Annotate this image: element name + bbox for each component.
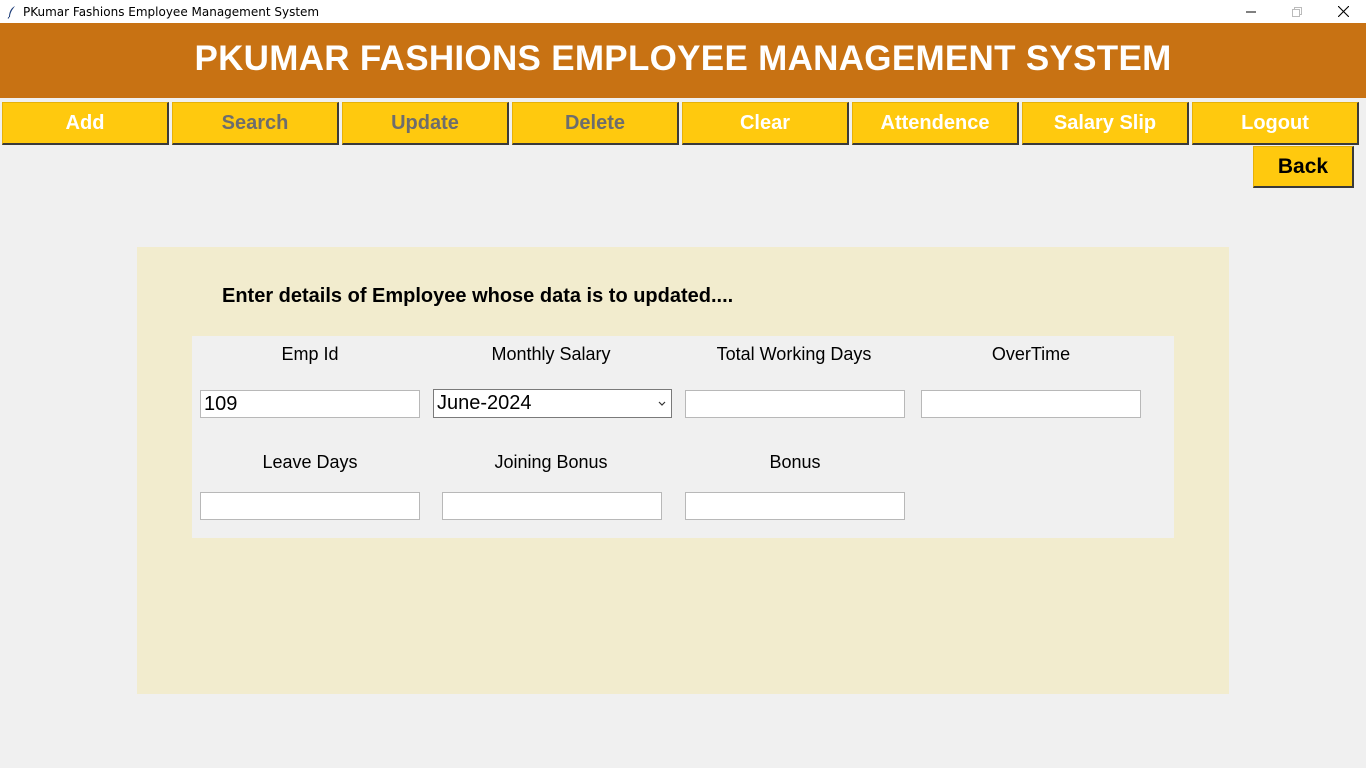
app-header: PKUMAR FASHIONS EMPLOYEE MANAGEMENT SYST… xyxy=(0,23,1366,98)
monthly-salary-label: Monthly Salary xyxy=(491,344,611,364)
main-toolbar: Add Search Update Delete Clear Attendenc… xyxy=(2,102,1364,146)
total-working-days-label: Total Working Days xyxy=(716,344,872,364)
feather-icon xyxy=(4,4,20,20)
overtime-label: OverTime xyxy=(991,344,1071,364)
clear-button[interactable]: Clear xyxy=(682,102,849,145)
update-button[interactable]: Update xyxy=(342,102,509,145)
close-icon xyxy=(1337,6,1349,17)
attendence-button[interactable]: Attendence xyxy=(852,102,1019,145)
maximize-button[interactable] xyxy=(1274,0,1320,23)
close-button[interactable] xyxy=(1320,0,1366,23)
joining-bonus-input[interactable] xyxy=(442,492,662,520)
form-fields-box: Emp Id Monthly Salary Total Working Days… xyxy=(192,336,1174,538)
window-controls xyxy=(1228,0,1366,23)
total-working-days-input[interactable] xyxy=(685,390,905,418)
leave-days-input[interactable] xyxy=(200,492,420,520)
delete-button[interactable]: Delete xyxy=(512,102,679,145)
maximize-icon xyxy=(1292,6,1302,17)
chevron-down-icon xyxy=(658,401,666,406)
update-form-panel: Enter details of Employee whose data is … xyxy=(137,247,1229,694)
window-title: PKumar Fashions Employee Management Syst… xyxy=(23,4,320,19)
minimize-button[interactable] xyxy=(1228,0,1274,23)
bonus-label: Bonus xyxy=(769,452,821,472)
add-button[interactable]: Add xyxy=(2,102,169,145)
form-heading: Enter details of Employee whose data is … xyxy=(222,285,734,307)
window-titlebar: PKumar Fashions Employee Management Syst… xyxy=(0,0,1366,23)
emp-id-input[interactable]: 109 xyxy=(200,390,420,418)
salary-slip-button[interactable]: Salary Slip xyxy=(1022,102,1189,145)
app-title: PKUMAR FASHIONS EMPLOYEE MANAGEMENT SYST… xyxy=(194,38,1172,78)
overtime-input[interactable] xyxy=(921,390,1141,418)
back-button[interactable]: Back xyxy=(1253,146,1354,188)
monthly-salary-value: June-2024 xyxy=(437,392,532,414)
minimize-icon xyxy=(1246,11,1256,12)
logout-button[interactable]: Logout xyxy=(1192,102,1359,145)
bonus-input[interactable] xyxy=(685,492,905,520)
joining-bonus-label: Joining Bonus xyxy=(494,452,608,472)
monthly-salary-select[interactable]: June-2024 xyxy=(433,389,672,418)
leave-days-label: Leave Days xyxy=(262,452,358,472)
emp-id-label: Emp Id xyxy=(281,344,339,364)
search-button[interactable]: Search xyxy=(172,102,339,145)
